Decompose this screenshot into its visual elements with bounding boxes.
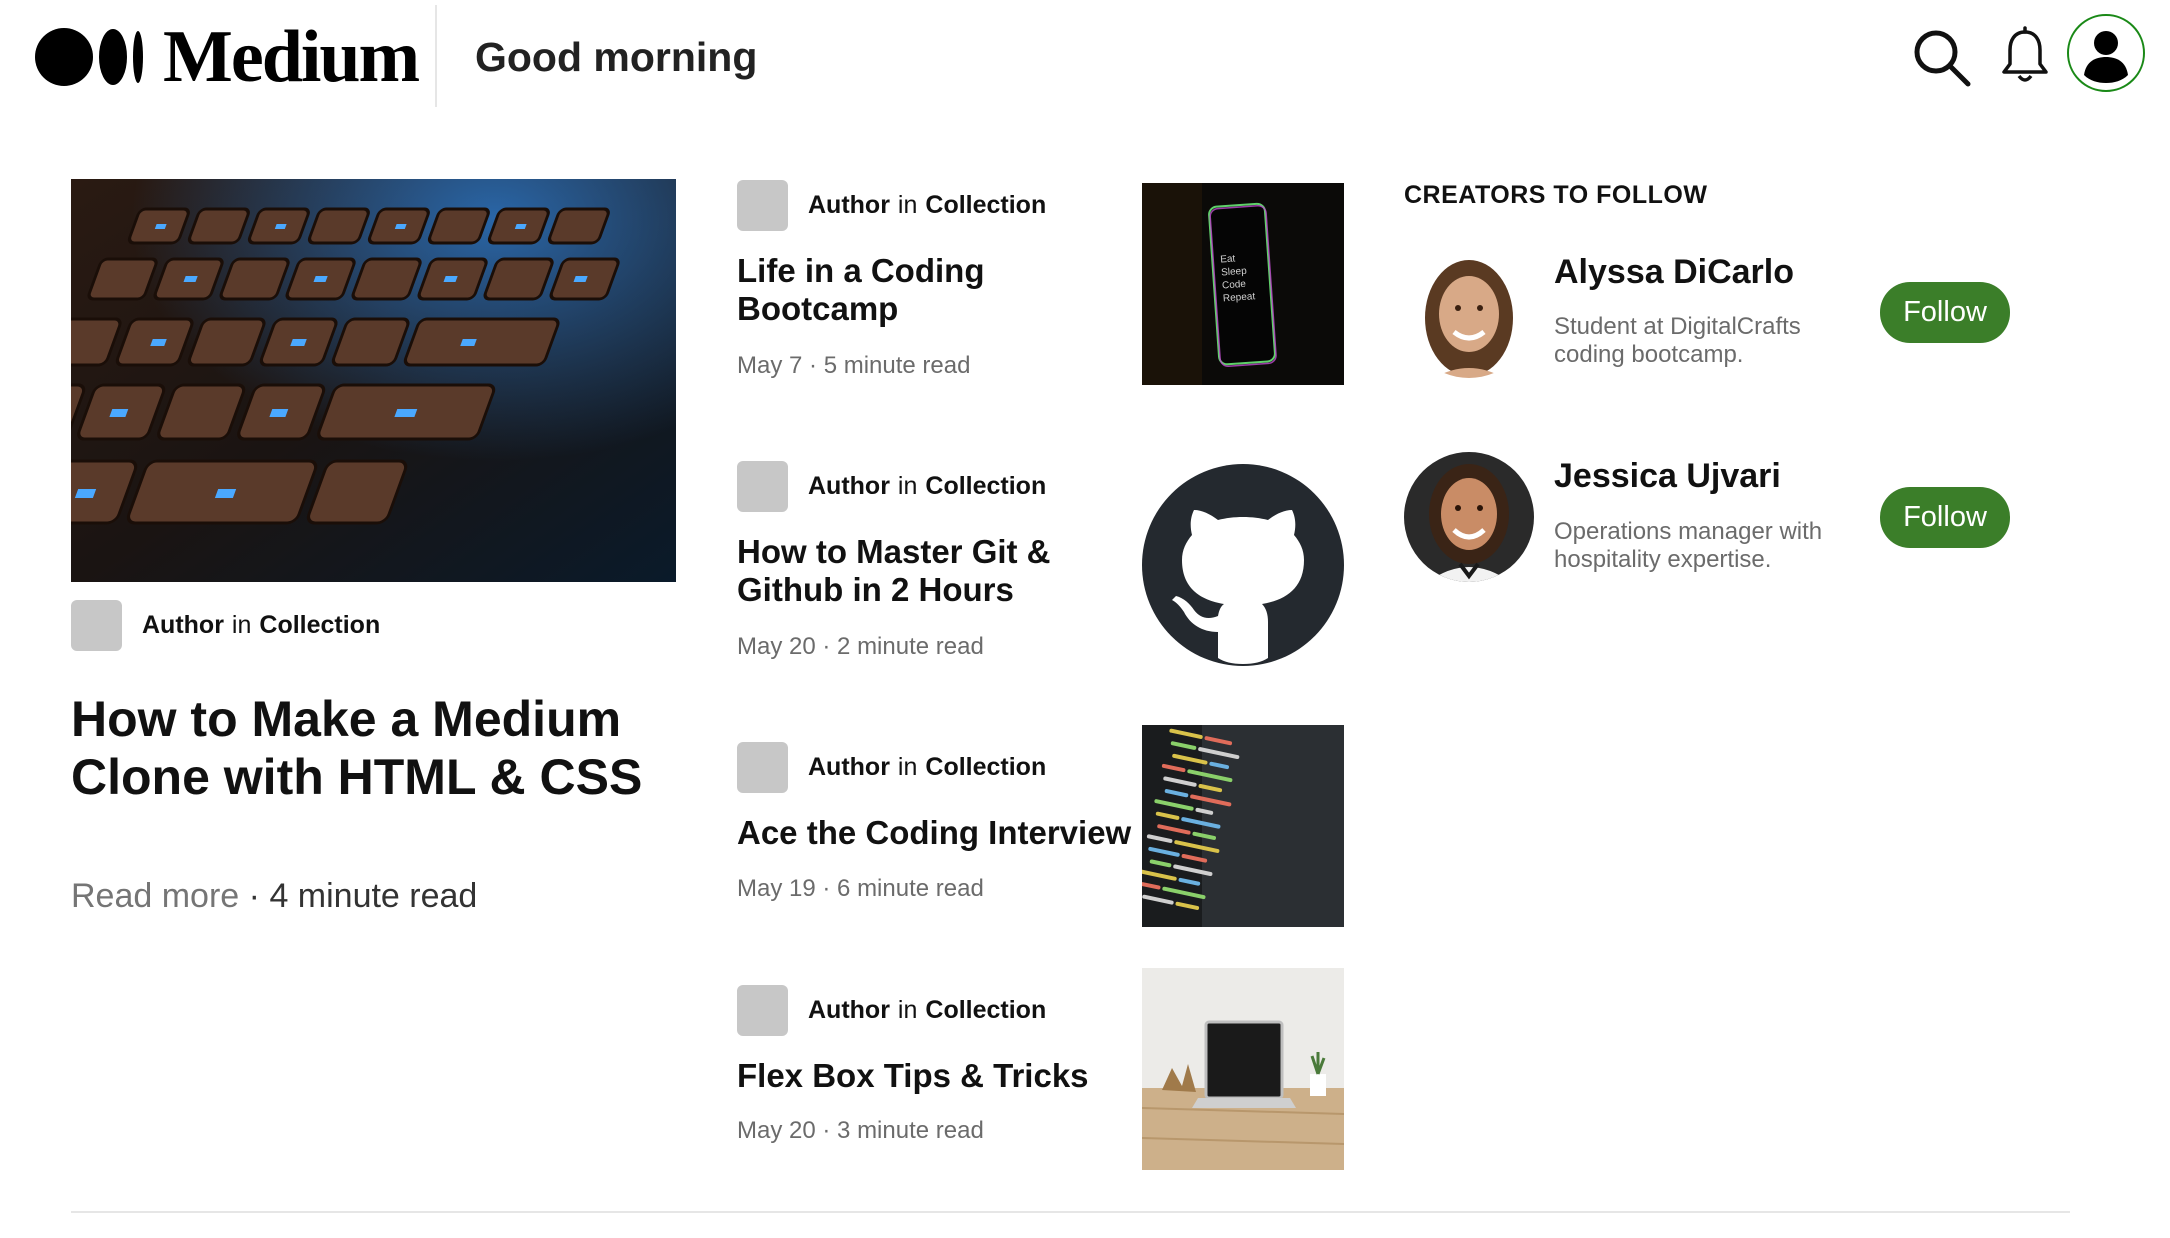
top-nav: Medium Good morning (0, 0, 2170, 108)
author-name[interactable]: Author (808, 996, 890, 1025)
article-date: May 20 (737, 633, 816, 660)
author-avatar[interactable] (71, 600, 122, 651)
article-title[interactable]: How to Master Git & Github in 2 Hours (737, 533, 1137, 609)
author-avatar[interactable] (737, 985, 788, 1036)
article-date: May 7 (737, 352, 803, 379)
medium-logo[interactable]: Medium (35, 20, 420, 94)
author-avatar[interactable] (737, 461, 788, 512)
author-avatar[interactable] (737, 180, 788, 231)
article-date: May 19 (737, 875, 816, 902)
meta-in: in (897, 996, 918, 1024)
collection-name[interactable]: Collection (925, 996, 1046, 1025)
separator: · (822, 633, 831, 660)
article-author-meta: Author in Collection (737, 742, 1046, 793)
read-time: 2 minute read (837, 633, 984, 660)
bottom-divider (71, 1211, 2070, 1213)
creator-photo (1404, 452, 1534, 582)
follow-button[interactable]: Follow (1880, 487, 2010, 548)
article-date: May 20 (737, 1117, 816, 1144)
author-name[interactable]: Author (808, 191, 890, 220)
featured-image[interactable] (71, 179, 676, 582)
collection-name[interactable]: Collection (259, 611, 380, 640)
article-title[interactable]: Flex Box Tips & Tricks (737, 1057, 1137, 1095)
read-time: 4 minute read (269, 877, 478, 915)
separator: · (248, 877, 260, 915)
follow-button[interactable]: Follow (1880, 282, 2010, 343)
phone-line: Code (1222, 279, 1247, 292)
article-thumbnail[interactable] (1142, 464, 1344, 666)
user-avatar-button[interactable] (2067, 14, 2145, 92)
phone-image: Eat Sleep Code Repeat (1142, 183, 1344, 385)
collection-name[interactable]: Collection (925, 753, 1046, 782)
article-author-meta: Author in Collection (737, 180, 1046, 231)
collection-name[interactable]: Collection (925, 472, 1046, 501)
read-time: 3 minute read (837, 1117, 984, 1144)
phone-line: Sleep (1221, 266, 1248, 279)
article-author-meta: Author in Collection (737, 461, 1046, 512)
featured-footer: Read more · 4 minute read (71, 877, 477, 916)
article-thumbnail[interactable] (1142, 725, 1344, 927)
article-thumbnail[interactable] (1142, 968, 1344, 1170)
separator: · (822, 1117, 831, 1144)
separator: · (809, 352, 818, 379)
article-thumbnail[interactable]: Eat Sleep Code Repeat (1142, 183, 1344, 385)
featured-title[interactable]: How to Make a Medium Clone with HTML & C… (71, 690, 691, 806)
read-time: 5 minute read (823, 352, 971, 379)
separator: · (822, 875, 831, 902)
greeting-text: Good morning (475, 34, 758, 80)
laptop-desk-image (1142, 968, 1344, 1170)
article-date-readtime: May 19 · 6 minute read (737, 875, 984, 903)
creator-avatar[interactable] (1404, 452, 1534, 582)
logo-wordmark: Medium (163, 16, 420, 98)
author-avatar[interactable] (737, 742, 788, 793)
meta-in: in (897, 753, 918, 781)
creator-name[interactable]: Alyssa DiCarlo (1554, 253, 1794, 292)
creator-bio: Student at DigitalCrafts coding bootcamp… (1554, 313, 1801, 368)
author-name[interactable]: Author (808, 472, 890, 501)
featured-author-meta: Author in Collection (71, 600, 380, 651)
header-divider (435, 5, 437, 107)
article-date-readtime: May 20 · 2 minute read (737, 633, 984, 661)
article-title[interactable]: Life in a Coding Bootcamp (737, 252, 1137, 328)
creator-name[interactable]: Jessica Ujvari (1554, 457, 1781, 496)
keyboard-image (71, 179, 676, 582)
collection-name[interactable]: Collection (925, 191, 1046, 220)
code-screen-image (1142, 725, 1344, 927)
author-name[interactable]: Author (808, 753, 890, 782)
article-author-meta: Author in Collection (737, 985, 1046, 1036)
article-title[interactable]: Ace the Coding Interview (737, 814, 1157, 852)
search-icon[interactable] (1910, 26, 1972, 88)
phone-line: Repeat (1223, 291, 1256, 304)
creator-avatar[interactable] (1404, 248, 1534, 378)
user-avatar-icon (2072, 19, 2140, 87)
meta-in: in (897, 472, 918, 500)
read-time: 6 minute read (837, 875, 984, 902)
bell-icon[interactable] (2000, 26, 2050, 86)
meta-in: in (231, 611, 252, 639)
article-date-readtime: May 7 · 5 minute read (737, 352, 970, 380)
creator-bio: Operations manager with hospitality expe… (1554, 518, 1823, 573)
author-name[interactable]: Author (142, 611, 224, 640)
phone-line: Eat (1220, 253, 1236, 265)
meta-in: in (897, 191, 918, 219)
github-logo-icon (1142, 464, 1344, 666)
read-more-link[interactable]: Read more (71, 877, 239, 915)
creator-photo (1404, 248, 1534, 378)
article-date-readtime: May 20 · 3 minute read (737, 1117, 984, 1145)
medium-logo-mark-icon (35, 28, 143, 86)
creators-heading: CREATORS TO FOLLOW (1404, 181, 1708, 209)
